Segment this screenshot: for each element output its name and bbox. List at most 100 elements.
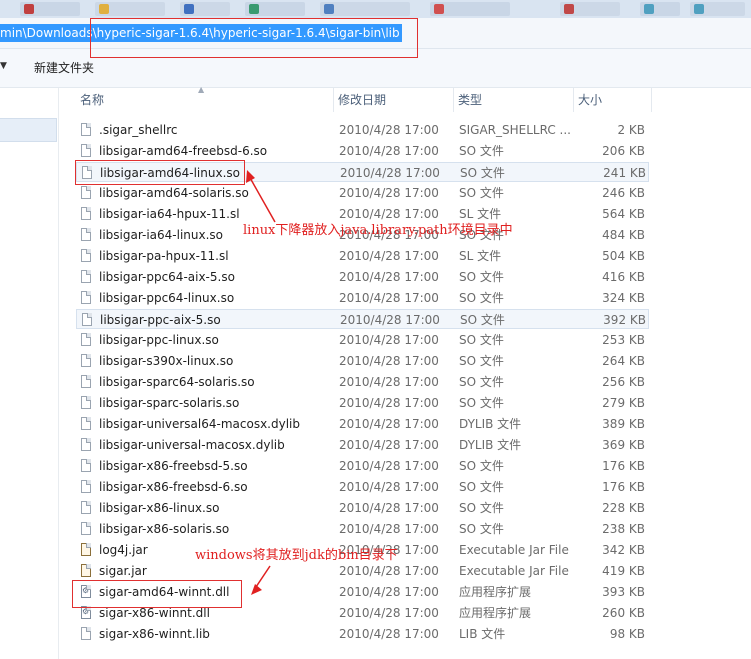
file-icon — [81, 270, 91, 283]
file-size: 279 KB — [602, 396, 645, 410]
file-type: SO 文件 — [459, 396, 504, 410]
chevron-down-icon[interactable]: ▼ — [0, 61, 7, 71]
file-size: 484 KB — [602, 228, 645, 242]
windows-annotation-text: windows将其放到jdk的bin目录下 — [195, 548, 398, 563]
file-row[interactable]: libsigar-ppc64-aix-5.so 2010/4/28 17:00 SO… — [76, 267, 649, 287]
tab-7[interactable] — [560, 2, 620, 16]
file-row[interactable]: sigar.jar 2010/4/28 17:00 Executable Jar F… — [76, 561, 649, 581]
file-icon — [81, 354, 91, 367]
file-row[interactable]: libsigar-amd64-freebsd-6.so 2010/4/28 17:… — [76, 141, 649, 161]
file-name: libsigar-x86-freebsd-5.so — [99, 459, 248, 473]
file-name: libsigar-sparc64-solaris.so — [99, 375, 255, 389]
file-size: 564 KB — [602, 207, 645, 221]
file-icon — [81, 144, 91, 157]
file-name: libsigar-sparc-solaris.so — [99, 396, 240, 410]
app-icon — [434, 4, 444, 14]
file-date: 2010/4/28 17:00 — [339, 438, 439, 452]
file-type: DYLIB 文件 — [459, 438, 522, 452]
file-size: 253 KB — [602, 333, 645, 347]
file-date: 2010/4/28 17:00 — [339, 606, 439, 620]
tab-4[interactable] — [245, 2, 305, 16]
file-name: libsigar-ppc-linux.so — [99, 333, 219, 347]
file-icon — [81, 333, 91, 346]
file-size: 392 KB — [603, 313, 646, 327]
file-row[interactable]: libsigar-universal64-macosx.dylib 2010/4/… — [76, 414, 649, 434]
tab-9[interactable] — [690, 2, 745, 16]
file-row[interactable]: libsigar-ppc-linux.so 2010/4/28 17:00 SO 文… — [76, 330, 649, 350]
file-size: 264 KB — [602, 354, 645, 368]
file-icon — [81, 480, 91, 493]
file-size: 241 KB — [603, 166, 646, 180]
tab-5[interactable] — [320, 2, 410, 16]
file-name: libsigar-amd64-freebsd-6.so — [99, 144, 268, 158]
jar-file-icon — [81, 564, 91, 577]
file-name: log4j.jar — [99, 543, 148, 557]
file-size: 389 KB — [602, 417, 645, 431]
file-name: libsigar-ppc-aix-5.so — [100, 313, 221, 327]
linux-annotation-text: linux下降器放入java.library.path环境目录中 — [243, 223, 513, 238]
file-date: 2010/4/28 17:00 — [339, 375, 439, 389]
file-date: 2010/4/28 17:00 — [339, 417, 439, 431]
app-icon — [249, 4, 259, 14]
navigation-pane-selected-item[interactable] — [0, 118, 57, 142]
file-icon — [81, 186, 91, 199]
file-date: 2010/4/28 17:00 — [339, 144, 439, 158]
file-date: 2010/4/28 17:00 — [339, 480, 439, 494]
column-header-name[interactable]: 名称 — [76, 88, 334, 112]
app-icon — [644, 4, 654, 14]
file-name: libsigar-pa-hpux-11.sl — [99, 249, 229, 263]
file-date: 2010/4/28 17:00 — [339, 522, 439, 536]
file-row[interactable]: libsigar-ppc-aix-5.so 2010/4/28 17:00 SO 文… — [76, 309, 649, 329]
file-size: 228 KB — [602, 501, 645, 515]
file-name: libsigar-x86-linux.so — [99, 501, 220, 515]
new-folder-button[interactable]: 新建文件夹 — [34, 60, 94, 76]
file-name: sigar.jar — [99, 564, 147, 578]
app-icon — [324, 4, 334, 14]
file-date: 2010/4/28 17:00 — [339, 501, 439, 515]
file-type: SIGAR_SHELLRC ... — [459, 123, 571, 137]
file-row[interactable]: libsigar-ppc64-linux.so 2010/4/28 17:00 SO… — [76, 288, 649, 308]
file-type: SO 文件 — [459, 270, 504, 284]
file-name: libsigar-ppc64-aix-5.so — [99, 270, 235, 284]
file-row[interactable]: libsigar-sparc64-solaris.so 2010/4/28 17:… — [76, 372, 649, 392]
file-name: libsigar-x86-solaris.so — [99, 522, 230, 536]
file-row[interactable]: libsigar-pa-hpux-11.sl 2010/4/28 17:00 SL … — [76, 246, 649, 266]
tab-8[interactable] — [640, 2, 680, 16]
file-row[interactable]: libsigar-x86-freebsd-5.so 2010/4/28 17:00… — [76, 456, 649, 476]
file-type: SO 文件 — [460, 166, 505, 180]
file-row[interactable]: libsigar-universal-macosx.dylib 2010/4/28… — [76, 435, 649, 455]
file-icon — [81, 522, 91, 535]
file-date: 2010/4/28 17:00 — [340, 313, 440, 327]
tab-6[interactable] — [430, 2, 510, 16]
app-icon — [564, 4, 574, 14]
app-icon — [24, 4, 34, 14]
file-name: libsigar-universal-macosx.dylib — [99, 438, 285, 452]
tab-1[interactable] — [20, 2, 80, 16]
file-row[interactable]: .sigar_shellrc 2010/4/28 17:00 SIGAR_SHELL… — [76, 120, 649, 140]
file-date: 2010/4/28 17:00 — [340, 166, 440, 180]
file-type: SO 文件 — [459, 375, 504, 389]
file-size: 416 KB — [602, 270, 645, 284]
file-type: Executable Jar File — [459, 543, 569, 557]
file-size: 2 KB — [617, 123, 645, 137]
file-icon — [81, 627, 91, 640]
file-row[interactable]: libsigar-amd64-solaris.so 2010/4/28 17:00… — [76, 183, 649, 203]
file-type: SO 文件 — [459, 522, 504, 536]
column-header-size[interactable]: 大小 — [574, 88, 652, 112]
file-row[interactable]: libsigar-x86-freebsd-6.so 2010/4/28 17:00… — [76, 477, 649, 497]
file-type: Executable Jar File — [459, 564, 569, 578]
file-date: 2010/4/28 17:00 — [339, 354, 439, 368]
file-row[interactable]: libsigar-x86-linux.so 2010/4/28 17:00 SO 文… — [76, 498, 649, 518]
file-row[interactable]: libsigar-s390x-linux.so 2010/4/28 17:00 SO… — [76, 351, 649, 371]
file-row[interactable]: sigar-x86-winnt.lib 2010/4/28 17:00 LIB 文件… — [76, 624, 649, 644]
column-header-date[interactable]: 修改日期 — [334, 88, 454, 112]
file-name: libsigar-s390x-linux.so — [99, 354, 234, 368]
column-header-type[interactable]: 类型 — [454, 88, 574, 112]
tab-2[interactable] — [95, 2, 165, 16]
file-size: 98 KB — [609, 627, 645, 641]
file-type: SO 文件 — [459, 186, 504, 200]
file-row[interactable]: libsigar-sparc-solaris.so 2010/4/28 17:00… — [76, 393, 649, 413]
file-date: 2010/4/28 17:00 — [339, 396, 439, 410]
tab-3[interactable] — [180, 2, 230, 16]
file-row[interactable]: libsigar-x86-solaris.so 2010/4/28 17:00 SO… — [76, 519, 649, 539]
